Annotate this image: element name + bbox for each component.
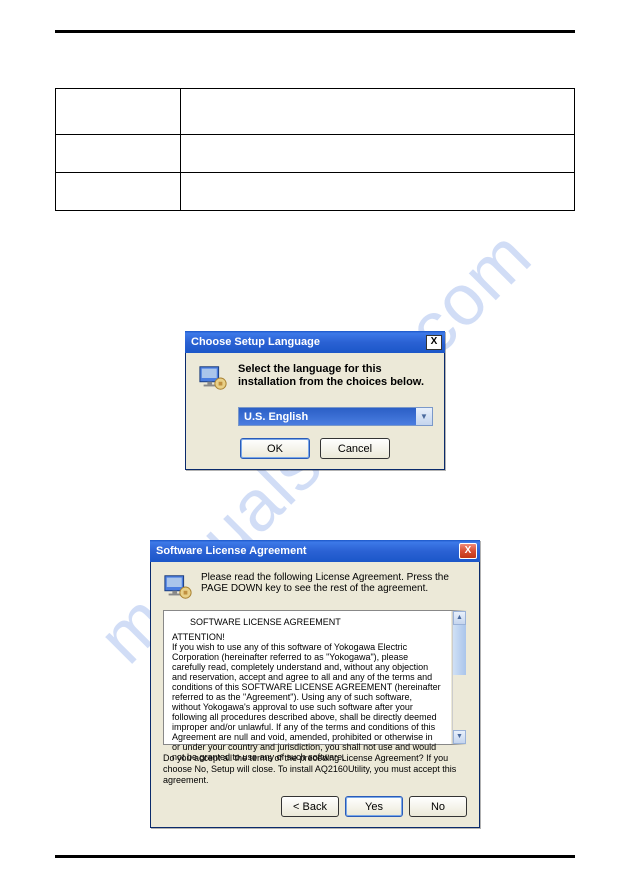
license-agreement-dialog: Software License Agreement X Please read… [150, 540, 480, 828]
scroll-down-icon[interactable]: ▼ [453, 730, 466, 744]
dialog-instruction: Please read the following License Agreem… [201, 572, 467, 602]
dialog-title: Choose Setup Language [191, 336, 426, 348]
license-body: If you wish to use any of this software … [172, 642, 443, 762]
yes-button[interactable]: Yes [345, 796, 403, 817]
cancel-button[interactable]: Cancel [320, 438, 390, 459]
table-row [56, 89, 575, 135]
license-textbox[interactable]: SOFTWARE LICENSE AGREEMENT ATTENTION! If… [163, 610, 467, 745]
selected-language: U.S. English [244, 411, 416, 423]
bottom-rule [55, 855, 575, 858]
close-icon[interactable]: X [426, 335, 442, 350]
table-row [56, 135, 575, 173]
back-button[interactable]: < Back [281, 796, 339, 817]
titlebar: Choose Setup Language X [185, 331, 445, 353]
chevron-down-icon: ▼ [416, 408, 432, 425]
scrollbar[interactable]: ▲ ▼ [452, 611, 466, 744]
close-icon[interactable]: X [459, 543, 477, 559]
table-row [56, 173, 575, 211]
dialog-message: Select the language for this installatio… [238, 363, 432, 393]
ok-button[interactable]: OK [240, 438, 310, 459]
scroll-up-icon[interactable]: ▲ [453, 611, 466, 625]
installer-icon [163, 572, 193, 602]
language-select[interactable]: U.S. English ▼ [238, 407, 433, 426]
scroll-thumb[interactable] [453, 625, 466, 675]
titlebar: Software License Agreement X [150, 540, 480, 562]
dialog-title: Software License Agreement [156, 545, 459, 557]
license-attention: ATTENTION! [172, 632, 443, 642]
no-button[interactable]: No [409, 796, 467, 817]
license-header: SOFTWARE LICENSE AGREEMENT [190, 617, 443, 627]
empty-table [55, 88, 575, 211]
top-rule [55, 30, 575, 33]
choose-language-dialog: Choose Setup Language X Select the langu… [185, 331, 445, 470]
installer-icon [198, 363, 228, 393]
